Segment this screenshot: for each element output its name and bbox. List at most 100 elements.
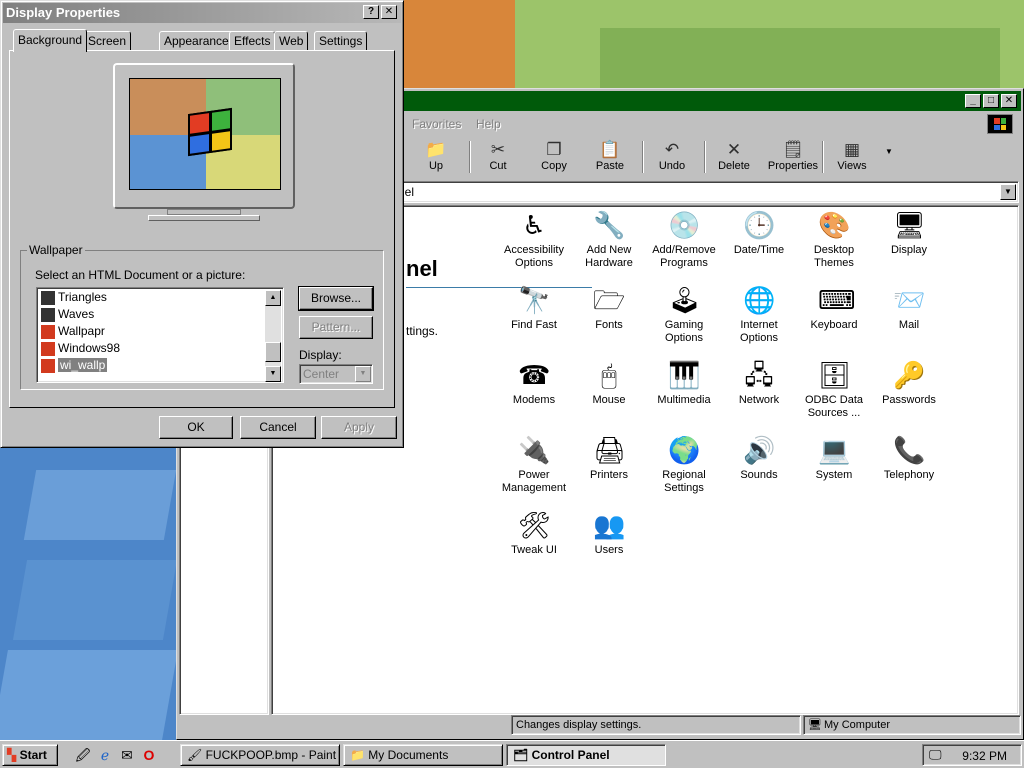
pattern-button[interactable]: Pattern... (299, 316, 373, 339)
up-button[interactable]: 📁 Up (407, 137, 465, 177)
status-text: Changes display settings. (511, 715, 801, 735)
clipboard-icon: 📋 (599, 140, 621, 159)
apply-button[interactable]: Apply (321, 416, 397, 439)
cp-item-date-time[interactable]: 🕒 Date/Time (721, 209, 797, 257)
cp-item-regional[interactable]: 🌍 Regional Settings (646, 434, 722, 495)
tab-screen-saver[interactable]: Screen Saver (83, 31, 132, 62)
views-dropdown-icon[interactable]: ▼ (885, 147, 893, 156)
wallpaper-group: Wallpaper Select an HTML Document or a p… (20, 243, 384, 390)
cp-item-telephony[interactable]: 📞 Telephony (871, 434, 947, 482)
cp-item-mail[interactable]: 📨 Mail (871, 284, 947, 332)
close-button[interactable]: ✕ (1001, 94, 1017, 108)
mouse-icon: 🖱 (601, 360, 617, 390)
cp-item-odbc[interactable]: 🗄 ODBC Data Sources ... (796, 359, 872, 420)
cp-item-add-remove-programs[interactable]: 💿 Add/Remove Programs (646, 209, 722, 270)
tab-web[interactable]: Web (274, 31, 309, 51)
delete-button[interactable]: ✕ Delete (705, 137, 763, 177)
tweak-ui-icon: 🛠 (518, 510, 552, 540)
list-item[interactable]: Wallpapr (41, 324, 261, 341)
windows-logo-icon (987, 114, 1013, 134)
ok-button[interactable]: OK (159, 416, 233, 439)
maximize-button[interactable]: □ (983, 94, 999, 108)
help-button[interactable]: ? (363, 5, 379, 19)
cp-item-gaming[interactable]: 🕹 Gaming Options (646, 284, 722, 345)
chevron-down-icon[interactable]: ▼ (355, 366, 371, 382)
opera-icon[interactable]: O (140, 746, 158, 764)
cut-button[interactable]: ✂ Cut (469, 137, 527, 177)
tab-effects[interactable]: Effects (229, 31, 276, 51)
cp-item-system[interactable]: 💻 System (796, 434, 872, 482)
fonts-icon: 🗁 (593, 285, 626, 315)
scroll-thumb[interactable] (265, 342, 281, 362)
wallpaper-blue-pane (23, 470, 177, 540)
browse-button[interactable]: Browse... (298, 286, 374, 311)
cp-item-accessibility[interactable]: ♿ Accessibility Options (496, 209, 572, 270)
outlook-express-icon[interactable]: ✉ (118, 746, 136, 764)
cp-item-mouse[interactable]: 🖱 Mouse (571, 359, 647, 407)
task-control-panel[interactable]: 🗂 Control Panel (506, 744, 666, 766)
copy-button[interactable]: ❐ Copy (525, 137, 583, 177)
cp-item-power[interactable]: 🔌 Power Management (496, 434, 572, 495)
list-item[interactable]: Windows98 (41, 341, 261, 358)
scroll-down-icon[interactable]: ▼ (265, 366, 281, 382)
clock[interactable]: 9:32 PM (962, 749, 1007, 763)
cp-item-tweak-ui[interactable]: 🛠 Tweak UI (496, 509, 572, 557)
list-item[interactable]: Waves (41, 307, 261, 324)
list-item-selected[interactable]: wi_wallp (41, 358, 261, 375)
menu-help[interactable]: Help (476, 117, 501, 131)
cp-item-keyboard[interactable]: ⌨ Keyboard (796, 284, 872, 332)
task-paint[interactable]: 🖌 FUCKPOOP.bmp - Paint (180, 744, 340, 766)
printers-icon: 🖨 (593, 435, 627, 465)
page-description: ttings. (406, 324, 439, 338)
folder-icon: 📁 (350, 748, 365, 762)
cp-item-passwords[interactable]: 🔑 Passwords (871, 359, 947, 407)
list-scrollbar[interactable]: ▲ ▼ (265, 290, 281, 382)
system-icon: 💻 (818, 435, 851, 465)
views-button[interactable]: ▦ Views (823, 137, 881, 177)
internet-explorer-icon[interactable]: ℯ (96, 746, 114, 764)
scroll-up-icon[interactable]: ▲ (265, 290, 281, 306)
multimedia-icon: 🎹 (668, 360, 701, 390)
address-dropdown-icon[interactable]: ▼ (1000, 184, 1016, 200)
tab-background[interactable]: Background (13, 29, 88, 52)
display-mode-select[interactable]: Center ▼ (299, 364, 373, 384)
cp-item-modem[interactable]: ☎ Modems (496, 359, 572, 407)
dialog-titlebar[interactable]: Display Properties ? ✕ (3, 3, 401, 23)
task-my-documents[interactable]: 📁 My Documents (343, 744, 503, 766)
up-folder-icon: 📁 (425, 140, 447, 159)
tab-settings[interactable]: Settings (314, 31, 368, 51)
cp-item-find-fast[interactable]: 🔭 Find Fast (496, 284, 572, 332)
undo-button[interactable]: ↶ Undo (643, 137, 701, 177)
paste-button[interactable]: 📋 Paste (581, 137, 639, 177)
display-settings-icon[interactable]: 🖵 (929, 747, 942, 763)
jpeg-icon (41, 324, 55, 339)
wallpaper-green-pane (600, 28, 1000, 88)
show-desktop-icon[interactable]: 🖉 (74, 746, 92, 764)
properties-icon: 🗒 (782, 140, 804, 159)
cp-item-internet[interactable]: 🌐 Internet Options (721, 284, 797, 345)
cp-item-add-hardware[interactable]: 🔧 Add New Hardware (571, 209, 647, 270)
display-icon: 🖥 (893, 210, 927, 240)
undo-icon: ↶ (664, 140, 680, 159)
cp-item-fonts[interactable]: 🗁 Fonts (571, 284, 647, 332)
properties-button[interactable]: 🗒 Properties (761, 137, 825, 177)
delete-x-icon: ✕ (726, 140, 742, 159)
cp-item-printers[interactable]: 🖨 Printers (571, 434, 647, 482)
cancel-button[interactable]: Cancel (240, 416, 316, 439)
dialog-close-button[interactable]: ✕ (381, 5, 397, 19)
tab-appearance[interactable]: Appearance (159, 31, 234, 51)
start-button[interactable]: ▚ Start (2, 744, 58, 766)
wallpaper-list[interactable]: Triangles Waves Wallpapr Windows98 wi_wa… (36, 287, 284, 383)
cp-item-users[interactable]: 👥 Users (571, 509, 647, 557)
list-item[interactable]: Triangles (41, 290, 261, 307)
cp-item-network[interactable]: 🖧 Network (721, 359, 797, 407)
menu-favorites[interactable]: Favorites (412, 117, 461, 131)
display-properties-dialog[interactable]: Display Properties ? ✕ Background Screen… (0, 0, 404, 448)
views-grid-icon: ▦ (843, 140, 861, 159)
cp-item-display[interactable]: 🖥 Display (871, 209, 947, 257)
minimize-button[interactable]: _ (965, 94, 981, 108)
cp-item-multimedia[interactable]: 🎹 Multimedia (646, 359, 722, 407)
date-time-icon: 🕒 (743, 210, 776, 240)
cp-item-sounds[interactable]: 🔊 Sounds (721, 434, 797, 482)
cp-item-desktop-themes[interactable]: 🎨 Desktop Themes (796, 209, 872, 270)
